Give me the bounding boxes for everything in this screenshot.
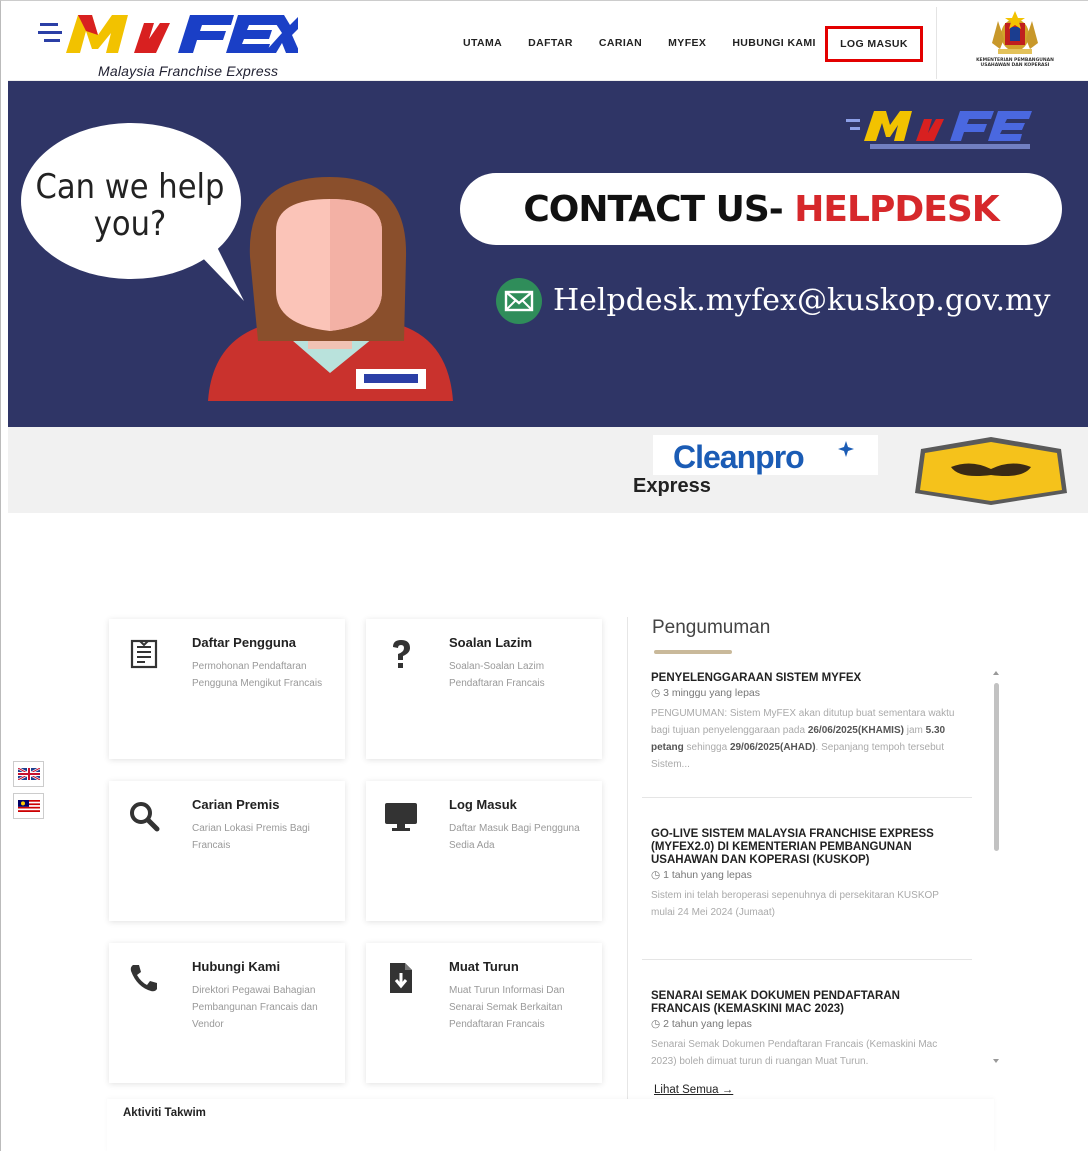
partner-logo-strip: Cleanpro Express [8, 427, 1088, 513]
title-underline [654, 650, 732, 654]
helpdesk-banner[interactable]: Can we help you? CONTACT US- HELPDESK He… [8, 81, 1088, 427]
card-hubungi-kami[interactable]: Hubungi Kami Direktori Pegawai Bahagian … [109, 943, 345, 1083]
monitor-icon [385, 803, 417, 831]
card-description: Daftar Masuk Bagi Pengguna Sedia Ada [449, 823, 580, 851]
see-all-link[interactable]: Lihat Semua → [654, 1084, 733, 1096]
card-title: Soalan Lazim [449, 635, 533, 650]
announcement-item[interactable]: SENARAI SEMAK DOKUMEN PENDAFTARAN FRANCA… [651, 990, 961, 1070]
announcement-heading[interactable]: PENYELENGGARAAN SISTEM MYFEX [651, 672, 961, 685]
card-description: Direktori Pegawai Bahagian Pembangunan F… [192, 985, 318, 1030]
nav-daftar[interactable]: DAFTAR [528, 37, 573, 49]
announcement-item[interactable]: GO-LIVE SISTEM MALAYSIA FRANCHISE EXPRES… [651, 828, 961, 921]
helpdesk-email[interactable]: Helpdesk.myfex@kuskop.gov.my [553, 283, 1050, 318]
nav-carian[interactable]: CARIAN [599, 37, 642, 49]
helpdesk-heading: CONTACT US- HELPDESK [460, 173, 1062, 245]
announcement-body: PENGUMUMAN: Sistem MyFEX akan ditutup bu… [651, 708, 955, 770]
announcement-time: ◷ 3 minggu yang lepas [651, 687, 760, 699]
announcement-divider [642, 797, 972, 798]
cleanpro-logo[interactable]: Cleanpro [673, 439, 805, 476]
card-log-masuk[interactable]: Log Masuk Daftar Masuk Bagi Pengguna Sed… [366, 781, 602, 921]
scroll-up-icon[interactable] [992, 669, 1000, 677]
helpdesk-heading-highlight: HELPDESK [794, 188, 999, 230]
nav-myfex[interactable]: MYFEX [668, 37, 706, 49]
card-description: Soalan-Soalan Lazim Pendaftaran Francais [449, 661, 545, 689]
clock-icon: ◷ [651, 1018, 664, 1030]
register-form-icon [130, 639, 158, 669]
marrybrown-logo[interactable] [911, 435, 1071, 507]
card-title: Muat Turun [449, 959, 519, 974]
clock-icon: ◷ [651, 687, 664, 699]
uk-flag-icon [17, 768, 40, 780]
card-muat-turun[interactable]: Muat Turun Muat Turun Informasi Dan Sena… [366, 943, 602, 1083]
malaysia-flag-icon [17, 800, 40, 812]
banner-illustration [21, 111, 1032, 401]
announcements-panel: Pengumuman PENYELENGGARAAN SISTEM MYFEX … [627, 617, 999, 1107]
download-file-icon [390, 963, 412, 993]
card-daftar-pengguna[interactable]: Daftar Pengguna Permohonan Pendaftaran P… [109, 619, 345, 759]
express-logo-text: Express [633, 475, 711, 497]
site-header: Malaysia Franchise Express UTAMA DAFTAR … [8, 7, 1088, 81]
ministry-name: KEMENTERIAN PEMBANGUNAN USAHAWAN DAN KOP… [976, 58, 1054, 68]
myfex-logo[interactable]: Malaysia Franchise Express [38, 9, 300, 81]
calendar-title: Aktiviti Takwim [123, 1107, 206, 1119]
announcements-scrollbar[interactable] [992, 671, 1000, 1065]
nav-hubungi-kami[interactable]: HUBUNGI KAMI [732, 37, 816, 49]
phone-icon [130, 965, 157, 992]
coat-of-arms-icon [992, 11, 1038, 54]
logo-tagline: Malaysia Franchise Express [98, 63, 279, 79]
nav-divider [936, 7, 937, 79]
announcement-heading[interactable]: SENARAI SEMAK DOKUMEN PENDAFTARAN FRANCA… [651, 990, 961, 1016]
announcement-time: ◷ 2 tahun yang lepas [651, 1018, 752, 1030]
card-carian-premis[interactable]: Carian Premis Carian Lokasi Premis Bagi … [109, 781, 345, 921]
search-icon [130, 802, 160, 832]
announcements-title: Pengumuman [652, 617, 771, 638]
calendar-section: Aktiviti Takwim [107, 1099, 994, 1151]
announcement-heading[interactable]: GO-LIVE SISTEM MALAYSIA FRANCHISE EXPRES… [651, 828, 961, 867]
announcement-divider [642, 959, 972, 960]
announcement-time: ◷ 1 tahun yang lepas [651, 869, 752, 881]
card-title: Hubungi Kami [192, 959, 281, 974]
card-description: Permohonan Pendaftaran Pengguna Mengikut… [192, 661, 323, 689]
mail-icon [496, 278, 542, 324]
card-title: Log Masuk [449, 797, 517, 812]
helpdesk-heading-prefix: CONTACT US- [523, 188, 783, 230]
lang-malay-flag[interactable] [13, 793, 44, 819]
announcement-item[interactable]: PENYELENGGARAAN SISTEM MYFEX ◷ 3 minggu … [651, 672, 961, 773]
card-soalan-lazim[interactable]: Soalan Lazim Soalan-Soalan Lazim Pendaft… [366, 619, 602, 759]
sparkle-icon [838, 441, 854, 457]
card-description: Muat Turun Informasi Dan Senarai Semak B… [449, 985, 565, 1030]
card-description: Carian Lokasi Premis Bagi Francais [192, 823, 310, 851]
nav-utama[interactable]: UTAMA [463, 37, 502, 49]
announcement-body: Senarai Semak Dokumen Pendaftaran Franca… [651, 1039, 938, 1067]
banner-bubble-text: Can we help you? [35, 167, 225, 244]
announcement-body: Sistem ini telah beroperasi sepenuhnya d… [651, 890, 939, 918]
main-nav: UTAMA DAFTAR CARIAN MYFEX HUBUNGI KAMI [463, 37, 842, 49]
lang-english-flag[interactable] [13, 761, 44, 787]
scroll-down-icon[interactable] [992, 1057, 1000, 1065]
card-title: Daftar Pengguna [192, 635, 297, 650]
question-icon [393, 640, 410, 668]
nav-log-masuk[interactable]: LOG MASUK [825, 26, 923, 62]
ministry-logo[interactable]: KEMENTERIAN PEMBANGUNAN USAHAWAN DAN KOP… [970, 9, 1060, 79]
card-title: Carian Premis [192, 797, 280, 812]
clock-icon: ◷ [651, 869, 664, 881]
page: Malaysia Franchise Express UTAMA DAFTAR … [0, 0, 1088, 1151]
scrollbar-thumb[interactable] [994, 683, 999, 851]
